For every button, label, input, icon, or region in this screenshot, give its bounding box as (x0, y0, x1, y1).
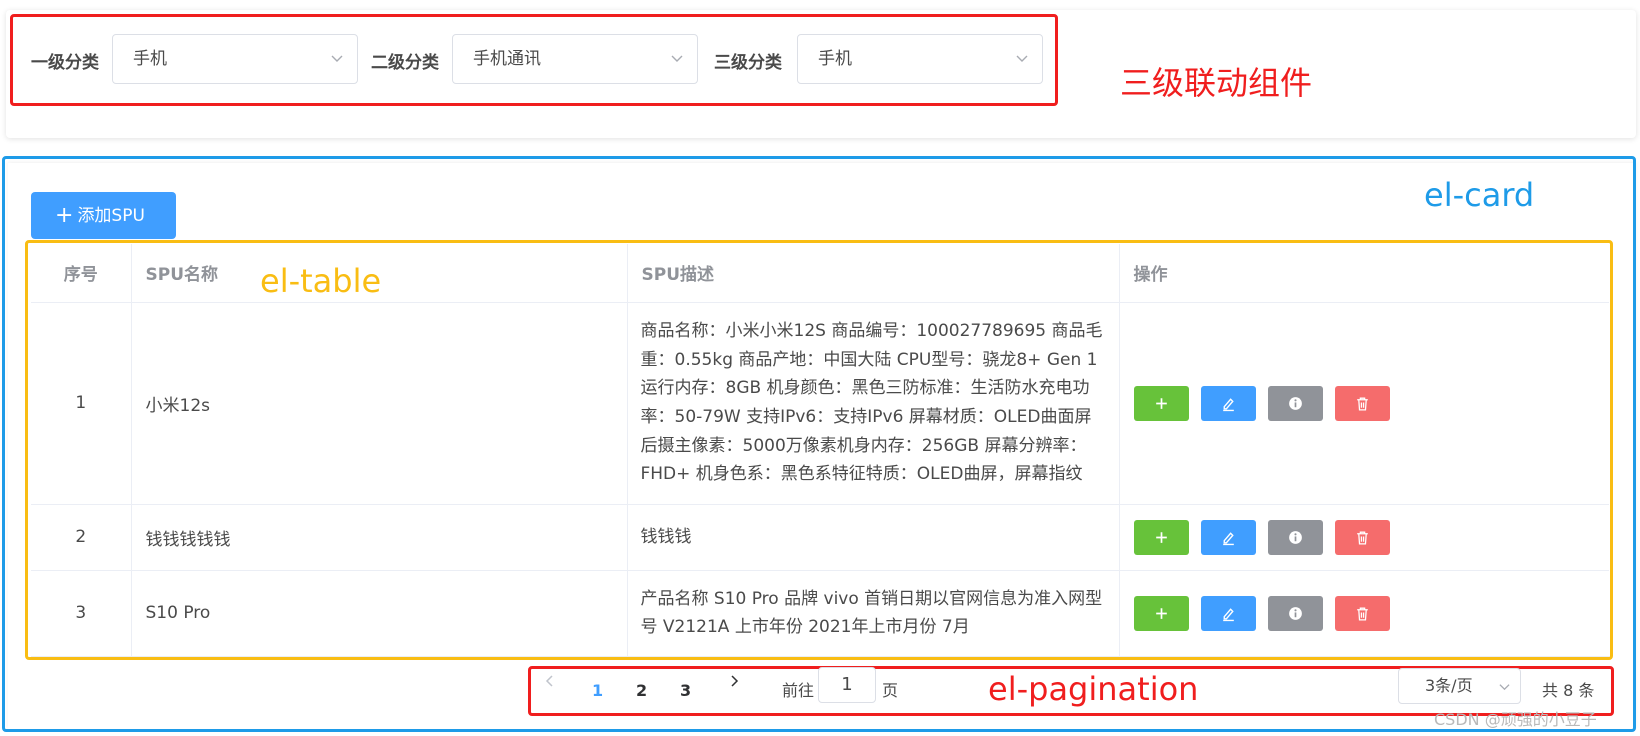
level3-select[interactable]: 手机 (797, 34, 1043, 84)
chevron-down-icon (1016, 55, 1028, 62)
card-annotation: el-card (1424, 176, 1535, 214)
level1-select-value: 手机 (133, 49, 167, 69)
level1-select[interactable]: 手机 (112, 34, 358, 84)
level3-label: 三级分类 (714, 53, 782, 73)
page-size-value: 3条/页 (1425, 676, 1473, 695)
chevron-left-icon[interactable] (544, 674, 556, 688)
watermark: CSDN @顽强的小豆子 (1434, 710, 1597, 729)
goto-prefix: 前往 (782, 681, 815, 700)
add-spu-label: 添加SPU (77, 206, 145, 226)
level2-select-value: 手机通讯 (473, 49, 541, 69)
page-3[interactable]: 3 (680, 670, 691, 712)
goto-suffix: 页 (882, 681, 899, 700)
plus-icon: + (55, 203, 74, 228)
page-size-select[interactable]: 3条/页 (1398, 668, 1521, 704)
level2-select[interactable]: 手机通讯 (452, 34, 698, 84)
pagination-annotation: el-pagination (988, 670, 1199, 708)
table-annotation-frame (25, 240, 1613, 660)
goto-page-input[interactable]: 1 (818, 667, 876, 703)
chevron-right-icon[interactable] (728, 674, 740, 688)
level1-label: 一级分类 (31, 53, 99, 73)
chevron-down-icon (1499, 684, 1510, 691)
page-2[interactable]: 2 (636, 670, 647, 712)
chevron-down-icon (331, 55, 343, 62)
page-1[interactable]: 1 (592, 670, 603, 712)
table-annotation: el-table (260, 262, 382, 300)
cascader-annotation: 三级联动组件 (1120, 64, 1313, 102)
chevron-down-icon (671, 55, 683, 62)
add-spu-button[interactable]: + 添加SPU (31, 192, 176, 239)
level2-label: 二级分类 (371, 53, 439, 73)
level3-select-value: 手机 (818, 49, 852, 69)
